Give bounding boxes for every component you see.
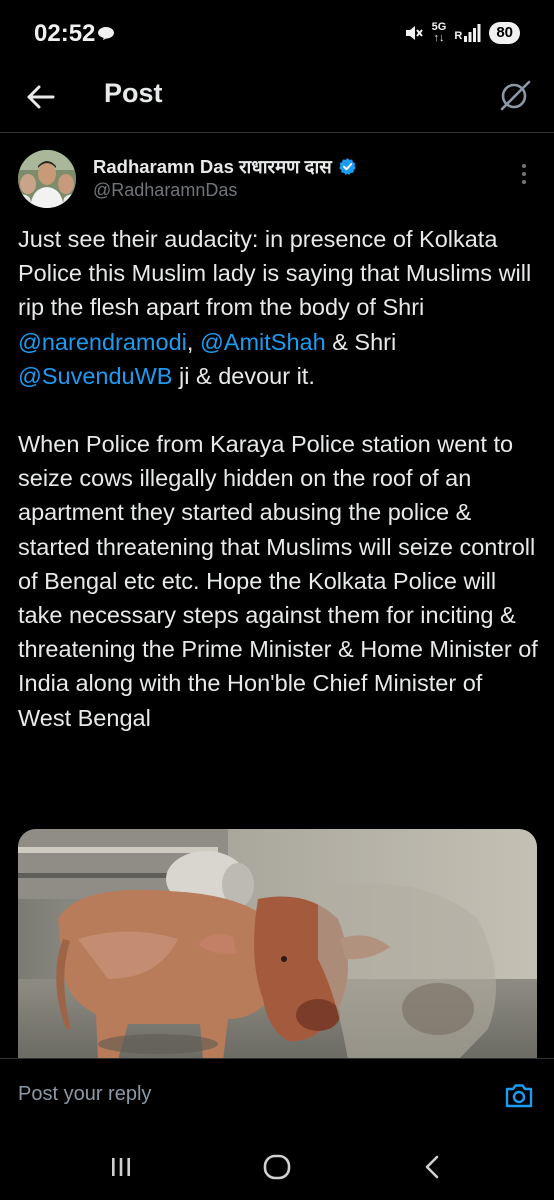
post-paragraph-1: Just see their audacity: in presence of … [18,222,538,393]
chat-bubble-icon [98,27,114,40]
post-author: Radharamn Das राधारमण दास @RadharamnDas [18,150,538,210]
more-vertical-icon [522,164,526,184]
cow-video-thumbnail [18,829,537,1060]
text-segment: & Shri [325,328,397,355]
user-handle[interactable]: @RadharamnDas [93,180,237,201]
signal-indicator: R [454,24,481,42]
display-name-row: Radharamn Das राधारमण दास [93,154,357,179]
status-time: 02:52 [34,20,96,47]
text-segment: , [186,328,200,355]
app-header: Post [0,66,554,133]
network-indicator: 5G ↑↓ [432,22,447,44]
avatar-photo [18,150,76,208]
grok-button[interactable] [498,78,532,112]
nav-back-button[interactable] [418,1152,448,1182]
back-button[interactable] [24,80,58,114]
signal-roaming: R [454,30,463,42]
post-paragraph-2: When Police from Karaya Police station w… [18,431,538,731]
home-button[interactable] [262,1152,292,1182]
arrow-left-icon [27,85,55,109]
mention-narendramodi[interactable]: @narendramodi [18,329,187,355]
mention-suvenduwb[interactable]: @SuvenduWB [18,363,172,389]
camera-icon [505,1084,533,1108]
page-title: Post [104,78,163,108]
system-nav-bar [0,1134,554,1200]
battery-level: 80 [489,22,520,44]
grok-icon [500,80,531,111]
display-name[interactable]: Radharamn Das राधारमण दास [93,154,332,179]
recents-button[interactable] [106,1152,136,1182]
nav-back-icon [425,1155,439,1179]
more-options-button[interactable] [518,162,530,186]
text-segment: Just see their audacity: in presence of … [18,226,532,321]
post-text: Just see their audacity: in presence of … [18,222,538,735]
status-indicators: 5G ↑↓ R 80 [404,20,520,46]
camera-button[interactable] [504,1081,534,1111]
verified-badge-icon [338,158,356,175]
reply-bar: Post your reply [0,1058,554,1135]
post-media-video[interactable] [18,829,537,1060]
text-segment: ji & devour it. [172,362,315,389]
reply-input[interactable]: Post your reply [18,1083,151,1106]
status-bar: 02:52 5G ↑↓ R 80 [0,0,554,66]
network-activity: ↑↓ [433,32,445,44]
recents-icon [112,1158,130,1176]
signal-bars-icon [464,24,481,42]
mute-icon [405,26,423,40]
mention-amitshah[interactable]: @AmitShah [200,329,326,355]
home-circle-icon [263,1154,291,1180]
avatar[interactable] [18,150,76,208]
